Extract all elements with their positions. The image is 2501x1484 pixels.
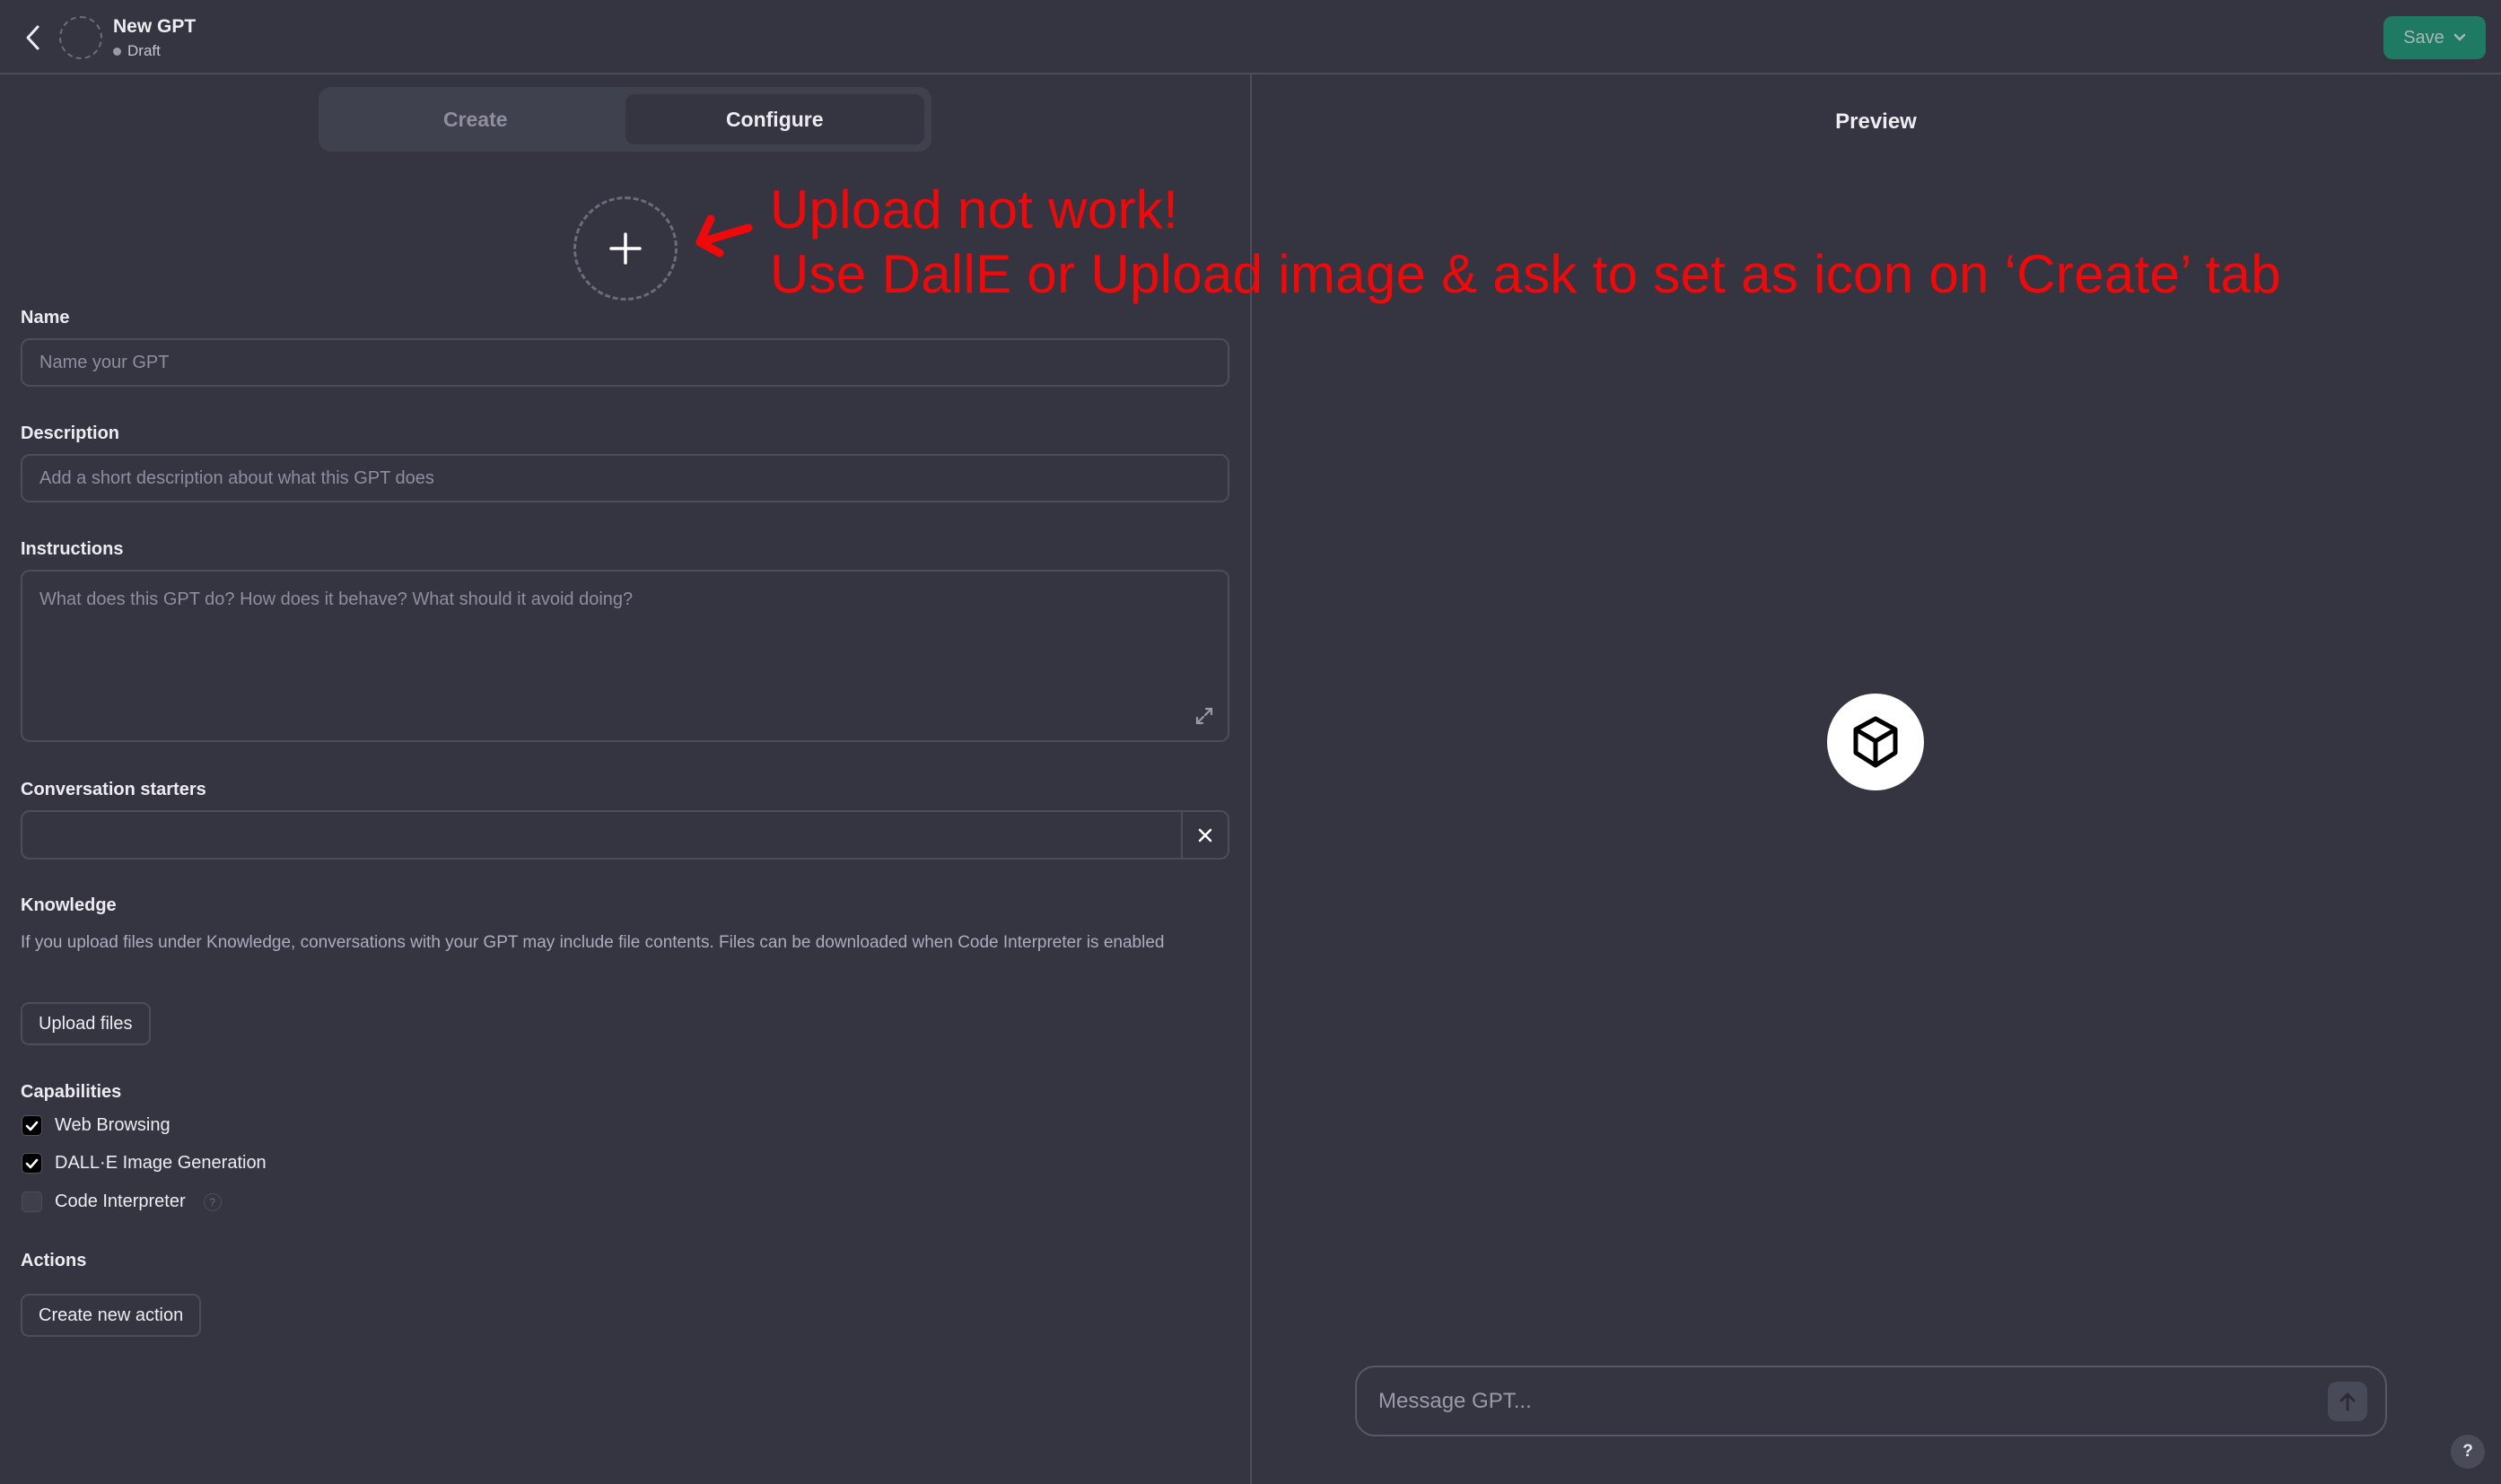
help-button[interactable]: ? — [2451, 1435, 2485, 1469]
status-label: Draft — [127, 42, 161, 59]
expand-button[interactable] — [1194, 705, 1215, 727]
description-input[interactable] — [21, 454, 1229, 502]
gpt-avatar-placeholder — [59, 16, 102, 59]
help-icon[interactable]: ? — [203, 1192, 222, 1211]
plus-icon — [609, 232, 642, 265]
draft-status: Draft — [113, 42, 161, 60]
message-composer — [1355, 1366, 2387, 1436]
tab-configure[interactable]: Configure — [625, 94, 924, 144]
dalle-label: DALL·E Image Generation — [55, 1153, 267, 1173]
capability-code-interpreter: Code Interpreter ? — [22, 1192, 222, 1212]
mode-tabs: Create Configure — [319, 87, 931, 152]
gpt-title: New GPT — [113, 16, 197, 37]
remove-starter-button[interactable] — [1181, 812, 1228, 858]
status-dot-icon — [113, 47, 121, 56]
annotation-line-1: Upload not work! — [770, 179, 1179, 240]
gpt-preview-avatar — [1827, 694, 1924, 790]
capability-web-browsing: Web Browsing — [22, 1115, 171, 1136]
knowledge-description: If you upload files under Knowledge, con… — [21, 933, 1165, 952]
web-browsing-label: Web Browsing — [55, 1115, 171, 1135]
save-button[interactable]: Save — [2383, 16, 2486, 59]
message-input[interactable] — [1378, 1388, 2328, 1414]
chevron-left-icon — [26, 25, 39, 50]
dalle-checkbox[interactable] — [22, 1153, 42, 1174]
capability-dalle: DALL·E Image Generation — [22, 1153, 267, 1174]
top-bar: New GPT Draft Save — [0, 0, 2501, 74]
actions-label: Actions — [21, 1251, 87, 1270]
cube-icon — [1853, 716, 1898, 768]
annotation-text: Upload not work! Use DallE or Upload ima… — [770, 178, 2281, 307]
create-new-action-button[interactable]: Create new action — [21, 1294, 202, 1337]
back-button[interactable] — [20, 22, 47, 54]
conversation-starter-row — [21, 810, 1229, 860]
code-interpreter-label: Code Interpreter — [55, 1192, 186, 1211]
upload-files-button[interactable]: Upload files — [21, 1002, 151, 1045]
annotation-line-2: Use DallE or Upload image & ask to set a… — [770, 244, 2281, 304]
web-browsing-checkbox[interactable] — [22, 1115, 42, 1136]
name-label: Name — [21, 308, 70, 327]
capabilities-label: Capabilities — [21, 1082, 122, 1102]
annotation-arrow-icon — [695, 214, 753, 258]
conversation-starters-label: Conversation starters — [21, 780, 206, 799]
knowledge-label: Knowledge — [21, 895, 117, 915]
description-label: Description — [21, 423, 120, 443]
chevron-down-icon — [2453, 33, 2466, 41]
arrow-up-icon — [2339, 1392, 2356, 1410]
save-label: Save — [2403, 27, 2444, 48]
instructions-textarea[interactable] — [21, 570, 1229, 742]
tab-create[interactable]: Create — [326, 94, 625, 144]
conversation-starter-input[interactable] — [22, 812, 1181, 858]
preview-title: Preview — [1835, 109, 1917, 134]
upload-icon-button[interactable] — [573, 196, 678, 301]
code-interpreter-checkbox[interactable] — [22, 1192, 42, 1212]
name-input[interactable] — [21, 338, 1229, 387]
close-icon — [1198, 828, 1212, 842]
send-button[interactable] — [2328, 1381, 2367, 1421]
expand-icon — [1195, 707, 1213, 725]
checkmark-icon — [25, 1121, 39, 1130]
checkmark-icon — [25, 1158, 39, 1168]
instructions-label: Instructions — [21, 539, 124, 559]
